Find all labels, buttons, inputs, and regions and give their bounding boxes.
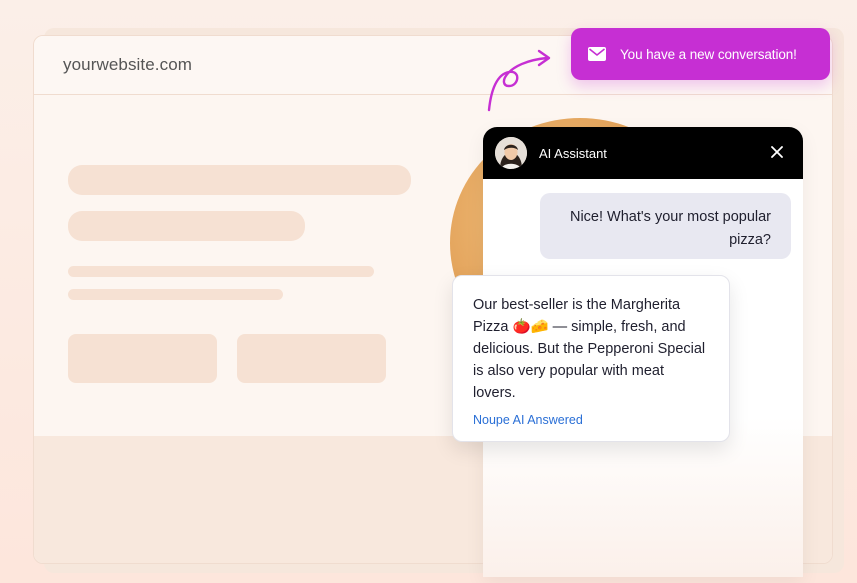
placeholder-button xyxy=(237,334,386,383)
close-icon[interactable] xyxy=(769,144,785,160)
placeholder-line xyxy=(68,289,283,300)
assistant-message-meta: Noupe AI Answered xyxy=(473,413,583,427)
notification-text: You have a new conversation! xyxy=(620,46,797,62)
mail-icon xyxy=(588,47,606,61)
user-message: Nice! What's your most popular pizza? xyxy=(540,193,791,259)
assistant-message-text: Our best-seller is the Margherita Pizza … xyxy=(473,297,706,401)
assistant-message: Our best-seller is the Margherita Pizza … xyxy=(452,275,730,442)
curved-arrow-icon xyxy=(487,49,551,112)
placeholder-button xyxy=(68,334,217,383)
chat-title: AI Assistant xyxy=(539,145,607,161)
placeholder-line xyxy=(68,165,411,195)
placeholder-line xyxy=(68,266,374,277)
chat-header: AI Assistant xyxy=(483,127,803,179)
assistant-avatar xyxy=(495,137,527,169)
browser-url: yourwebsite.com xyxy=(63,55,193,74)
new-conversation-notification[interactable]: You have a new conversation! xyxy=(571,28,830,80)
placeholder-line xyxy=(68,211,305,241)
